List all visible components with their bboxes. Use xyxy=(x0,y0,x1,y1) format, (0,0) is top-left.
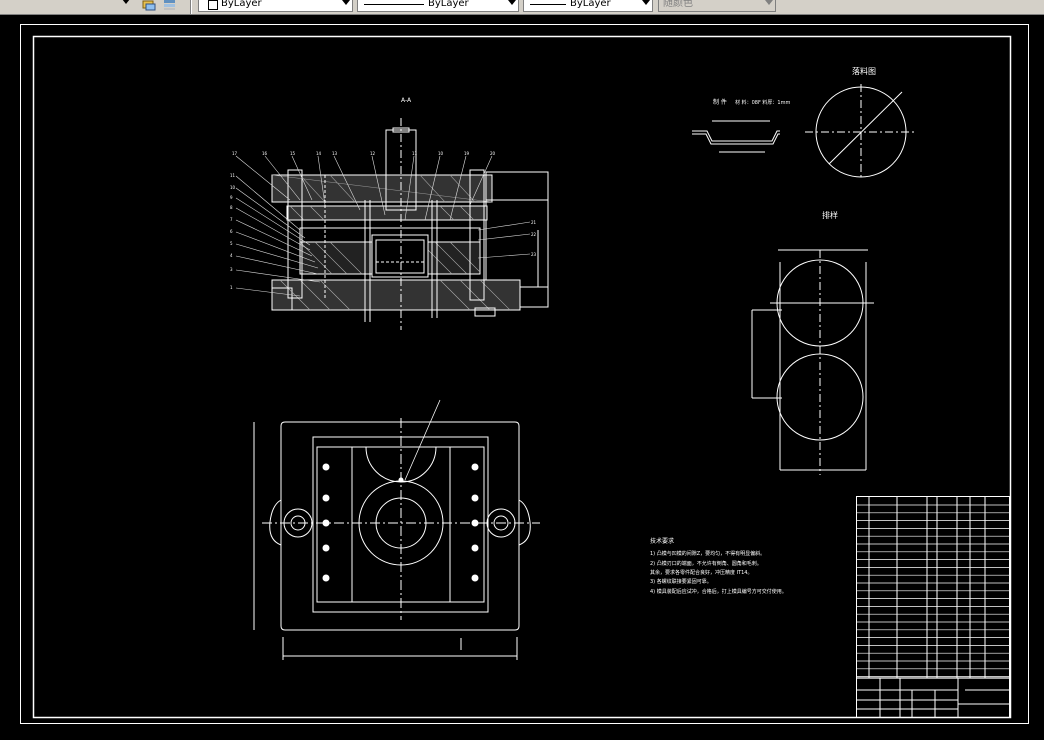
svg-text:23: 23 xyxy=(531,252,537,257)
color-select[interactable]: ByLayer xyxy=(198,0,353,12)
svg-text:3: 3 xyxy=(230,267,233,272)
dropdown-arrow-left[interactable] xyxy=(118,0,134,12)
color-swatch-icon xyxy=(208,0,218,10)
plotstyle-select[interactable]: 随颜色 xyxy=(658,0,776,12)
blank-label: 落料图 xyxy=(852,66,876,76)
separator xyxy=(190,0,192,14)
layer-state-icon[interactable] xyxy=(142,0,156,11)
svg-text:17: 17 xyxy=(232,151,238,156)
svg-text:10: 10 xyxy=(438,151,444,156)
linetype-select[interactable]: ByLayer xyxy=(357,0,519,12)
svg-text:16: 16 xyxy=(262,151,268,156)
parts-list-table xyxy=(856,496,1010,718)
svg-text:11: 11 xyxy=(412,151,418,156)
layer-previous-icon[interactable] xyxy=(163,0,177,10)
chevron-down-icon xyxy=(508,0,516,5)
svg-text:11: 11 xyxy=(230,173,236,178)
tech-line: 4) 模具装配后应试冲，合格后，打上模具编号方可交付使用。 xyxy=(650,588,787,595)
svg-text:1: 1 xyxy=(230,285,233,290)
svg-text:8: 8 xyxy=(230,205,233,210)
svg-text:21: 21 xyxy=(531,220,537,225)
svg-text:6: 6 xyxy=(230,229,233,234)
plotstyle-select-value: 随颜色 xyxy=(663,0,693,9)
part-label: 制 件 xyxy=(713,98,727,106)
tech-line: 2) 凸模刃口的端面，不允许有倒角、圆角和毛刺。 xyxy=(650,560,762,567)
chevron-down-icon xyxy=(642,0,650,5)
command-line-edge xyxy=(0,735,1044,740)
svg-text:5: 5 xyxy=(230,241,233,246)
blank-view: 落料图 xyxy=(805,66,917,180)
lineweight-preview xyxy=(530,4,566,5)
cad-drawing-canvas[interactable]: A-A 17 16 15 14 13 12 11 10 19 20 111098… xyxy=(0,14,1044,735)
svg-text:4: 4 xyxy=(230,253,233,258)
tech-line: 其余，要求各零件配合良好，冲压精度 IT14。 xyxy=(650,569,752,576)
lineweight-select[interactable]: ByLayer xyxy=(523,0,653,12)
linetype-preview xyxy=(364,4,424,5)
svg-text:10: 10 xyxy=(230,185,236,190)
layout-view: 排样 xyxy=(751,210,874,475)
chevron-down-icon xyxy=(342,0,350,5)
section-view: A-A 17 16 15 14 13 12 11 10 19 20 111098… xyxy=(230,97,549,330)
svg-text:9: 9 xyxy=(230,195,233,200)
linetype-select-value: ByLayer xyxy=(428,0,469,9)
svg-text:15: 15 xyxy=(290,151,296,156)
tech-line: 3) 各螺纹联接要紧固可靠。 xyxy=(650,578,712,585)
sheet-border xyxy=(20,24,1029,724)
svg-text:13: 13 xyxy=(332,151,338,156)
plan-view xyxy=(253,399,540,660)
tech-title: 技术要求 xyxy=(650,537,674,545)
drawing-frame xyxy=(32,35,1012,719)
chevron-down-icon xyxy=(765,0,773,5)
section-label: A-A xyxy=(401,97,412,104)
svg-text:19: 19 xyxy=(464,151,470,156)
toolbar: ByLayer ByLayer ByLayer 随颜色 xyxy=(0,0,1044,15)
lineweight-select-value: ByLayer xyxy=(570,0,611,9)
part-note: 材 料：08F 料厚：1mm xyxy=(735,99,790,106)
layout-label: 排样 xyxy=(822,210,838,220)
tech-line: 1) 凸模与凹模的间隙Z，要均匀，不得有明显偏斜。 xyxy=(650,550,765,557)
part-view: 制 件 材 料：08F 料厚：1mm xyxy=(692,98,790,153)
svg-text:22: 22 xyxy=(531,232,537,237)
color-select-value: ByLayer xyxy=(221,0,262,9)
svg-text:14: 14 xyxy=(316,151,322,156)
svg-text:20: 20 xyxy=(490,151,496,156)
tech-requirements: 技术要求 1) 凸模与凹模的间隙Z，要均匀，不得有明显偏斜。 2) 凸模刃口的端… xyxy=(650,537,787,595)
svg-text:7: 7 xyxy=(230,217,233,222)
svg-text:12: 12 xyxy=(370,151,376,156)
